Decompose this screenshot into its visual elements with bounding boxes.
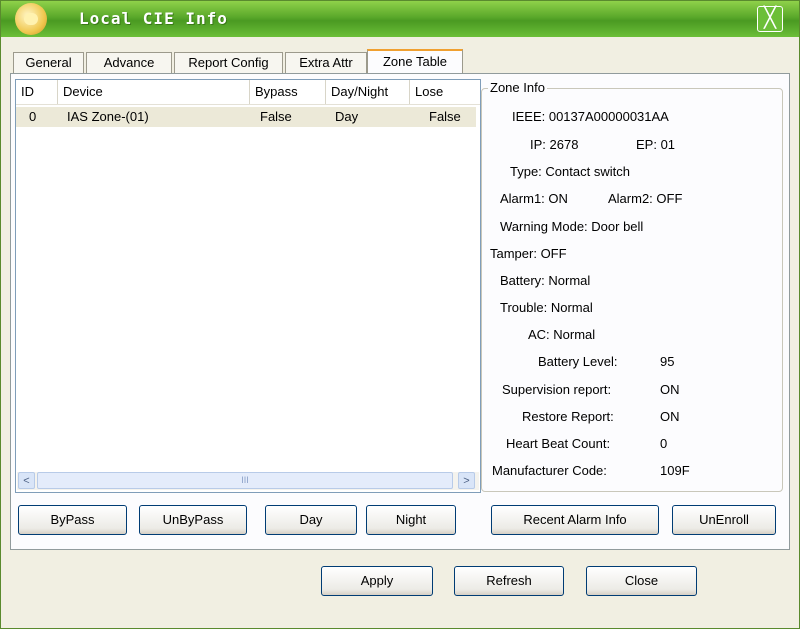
tab-general[interactable]: General xyxy=(13,52,84,73)
unenroll-button[interactable]: UnEnroll xyxy=(672,505,776,535)
bypass-button[interactable]: ByPass xyxy=(18,505,127,535)
day-button[interactable]: Day xyxy=(265,505,357,535)
battery-level-value: 95 xyxy=(660,354,675,369)
scroll-left-icon[interactable]: < xyxy=(18,472,35,489)
tab-extra-attr[interactable]: Extra Attr xyxy=(285,52,367,73)
alarm2-status: Alarm2: OFF xyxy=(608,191,683,206)
supervision-report-label: Supervision report: xyxy=(502,382,612,397)
column-bypass[interactable]: Bypass xyxy=(250,80,326,104)
close-icon[interactable]: ╳ xyxy=(757,6,783,32)
zone-list-header: ID Device Bypass Day/Night Lose xyxy=(16,80,480,105)
row-lose: False xyxy=(429,109,461,124)
zone-info-title: Zone Info xyxy=(488,80,547,95)
tab-report-config[interactable]: Report Config xyxy=(174,52,283,73)
unbypass-button[interactable]: UnByPass xyxy=(139,505,247,535)
horizontal-scrollbar[interactable]: < III > xyxy=(17,472,479,490)
restore-report-label: Restore Report: xyxy=(522,409,614,424)
apply-button[interactable]: Apply xyxy=(321,566,433,596)
refresh-button[interactable]: Refresh xyxy=(454,566,564,596)
ep-value: EP: 01 xyxy=(636,137,676,152)
row-device: IAS Zone-(01) xyxy=(67,109,149,124)
close-button[interactable]: Close xyxy=(586,566,697,596)
recent-alarm-info-button[interactable]: Recent Alarm Info xyxy=(491,505,659,535)
window-title: Local CIE Info xyxy=(79,9,228,28)
manufacturer-code-label: Manufacturer Code: xyxy=(492,463,607,478)
ip-value: IP: 2678 xyxy=(530,137,579,152)
alarm1-status: Alarm1: ON xyxy=(500,191,568,206)
column-device[interactable]: Device xyxy=(58,80,250,104)
row-id: 0 xyxy=(29,109,37,124)
bee-logo-icon xyxy=(15,3,47,35)
tamper-status: Tamper: OFF xyxy=(490,246,567,261)
column-day-night[interactable]: Day/Night xyxy=(326,80,410,104)
ieee-address: IEEE: 00137A00000031AA xyxy=(512,109,669,124)
dialog-window: Local CIE Info ╳ General Advance Report … xyxy=(0,0,800,629)
tab-advance[interactable]: Advance xyxy=(86,52,172,73)
battery-level-label: Battery Level: xyxy=(538,354,618,369)
heartbeat-count-value: 0 xyxy=(660,436,668,451)
trouble-status: Trouble: Normal xyxy=(500,300,593,315)
device-type: Type: Contact switch xyxy=(510,164,630,179)
row-day-night: Day xyxy=(335,109,359,124)
table-row[interactable]: 0 IAS Zone-(01) False Day False xyxy=(16,107,476,127)
scrollbar-thumb[interactable]: III xyxy=(37,472,453,489)
title-bar[interactable]: Local CIE Info ╳ xyxy=(1,1,799,37)
ac-status: AC: Normal xyxy=(528,327,596,342)
heartbeat-count-label: Heart Beat Count: xyxy=(506,436,611,451)
column-id[interactable]: ID xyxy=(16,80,58,104)
warning-mode: Warning Mode: Door bell xyxy=(500,219,644,234)
scroll-right-icon[interactable]: > xyxy=(458,472,475,489)
restore-report-value: ON xyxy=(660,409,680,424)
zone-table-panel: ID Device Bypass Day/Night Lose 0 IAS Zo… xyxy=(10,73,790,550)
column-lose[interactable]: Lose xyxy=(410,80,480,104)
manufacturer-code-value: 109F xyxy=(660,463,690,478)
night-button[interactable]: Night xyxy=(366,505,456,535)
row-bypass: False xyxy=(260,109,292,124)
tab-zone-table[interactable]: Zone Table xyxy=(367,49,463,75)
zone-info-group: Zone Info IEEE: 00137A00000031AA IP: 267… xyxy=(481,80,783,492)
battery-status: Battery: Normal xyxy=(500,273,591,288)
zone-list[interactable]: ID Device Bypass Day/Night Lose 0 IAS Zo… xyxy=(15,79,481,493)
supervision-report-value: ON xyxy=(660,382,680,397)
